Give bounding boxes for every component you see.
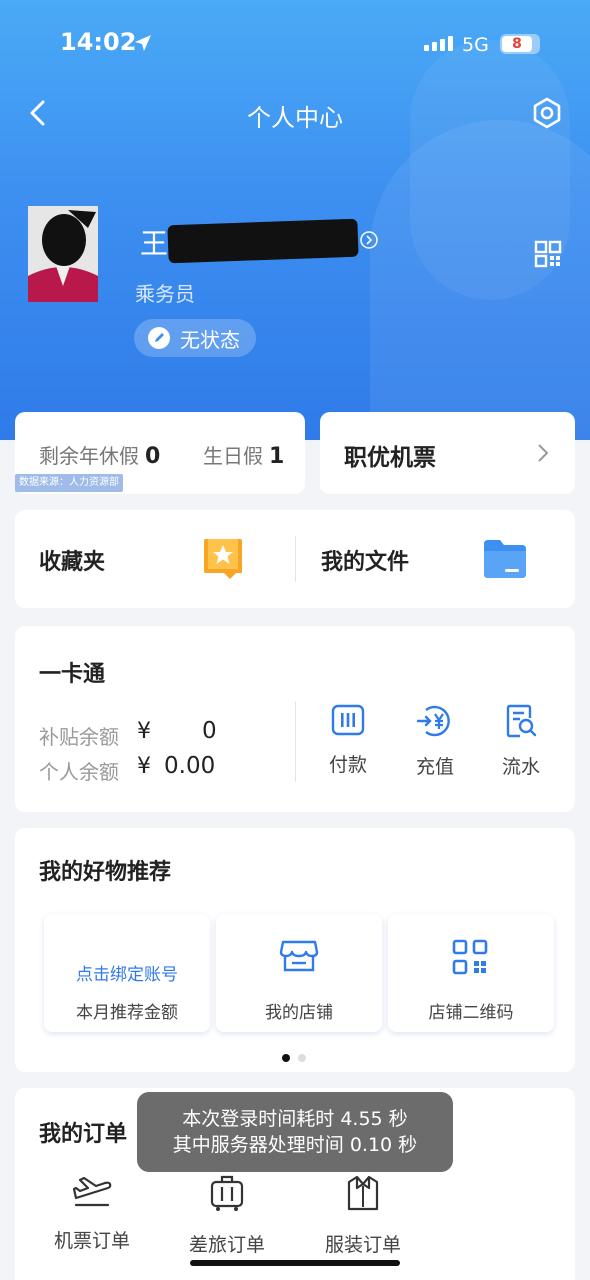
folder-icon[interactable] [482, 538, 528, 580]
personal-balance-label: 个人余额 [39, 760, 119, 784]
page-title: 个人中心 [247, 104, 343, 132]
annual-leave-label: 剩余年休假 [39, 444, 139, 468]
travel-orders[interactable]: 差旅订单 [172, 1174, 282, 1257]
favorites-files-card: 收藏夹 我的文件 [15, 510, 575, 608]
flight-orders-label: 机票订单 [53, 1230, 130, 1252]
campus-card-panel: 一卡通 补贴余额 ¥ 0 个人余额 ¥ 0.00 付款 充值 流水 [15, 626, 575, 812]
my-files-label[interactable]: 我的文件 [321, 544, 409, 576]
status-time: 14:02 [60, 28, 137, 56]
annual-leave: 剩余年休假 0 [39, 440, 160, 469]
personal-currency: ¥ [137, 754, 151, 779]
avatar[interactable] [28, 206, 98, 302]
staff-ticket-label: 职优机票 [344, 445, 436, 471]
my-store-tile[interactable]: 我的店铺 [216, 914, 382, 1032]
profile-header: 14:02 5G 8 个人中心 王 乘务员 无状态 [0, 0, 590, 440]
name-redaction [167, 218, 359, 264]
shirt-icon [347, 1175, 379, 1211]
transactions-action[interactable]: 流水 [489, 704, 553, 779]
barcode-icon [331, 704, 365, 736]
settings-icon[interactable] [530, 96, 564, 130]
orders-title: 我的订单 [39, 1122, 128, 1147]
personal-balance-value: 0.00 [164, 753, 216, 779]
chevron-right-circle-icon[interactable] [360, 231, 378, 249]
favorites-icon[interactable] [202, 537, 244, 581]
plane-icon [72, 1176, 112, 1207]
luggage-icon [210, 1175, 244, 1211]
chevron-right-icon [538, 444, 549, 462]
signal-icon [424, 36, 453, 51]
subsidy-currency: ¥ [137, 719, 151, 744]
transaction-search-icon [506, 704, 537, 738]
recommend-title: 我的好物推荐 [39, 860, 172, 885]
status-text: 无状态 [180, 327, 240, 352]
carousel-dot-active[interactable] [282, 1054, 290, 1062]
divider [295, 536, 296, 582]
toast-line-2: 其中服务器处理时间 0.10 秒 [172, 1134, 418, 1156]
bind-account-link[interactable]: 点击绑定账号 [44, 960, 210, 985]
store-qr-label: 店铺二维码 [428, 1003, 514, 1023]
qr-code-icon [452, 939, 488, 975]
my-store-label: 我的店铺 [265, 1003, 333, 1023]
qr-code-icon[interactable] [534, 240, 562, 268]
user-role: 乘务员 [135, 282, 195, 306]
subsidy-balance-value: 0 [202, 718, 217, 744]
subsidy-balance-label: 补贴余额 [39, 725, 119, 749]
uniform-orders[interactable]: 服装订单 [308, 1174, 418, 1257]
divider [295, 702, 296, 782]
data-source-tag: 数据来源：人力资源部 [15, 474, 123, 492]
user-name[interactable]: 王 [140, 222, 168, 262]
store-icon [279, 940, 319, 972]
birthday-leave: 生日假 1 [203, 440, 284, 469]
travel-orders-label: 差旅订单 [188, 1234, 265, 1256]
birthday-leave-value: 1 [269, 444, 285, 469]
carousel-dot[interactable] [298, 1054, 306, 1062]
pay-action[interactable]: 付款 [316, 704, 380, 777]
pay-label: 付款 [328, 754, 367, 776]
staff-ticket-card[interactable]: 职优机票 [320, 412, 575, 494]
transactions-label: 流水 [501, 756, 540, 778]
recharge-action[interactable]: 充值 [403, 704, 467, 779]
store-qr-tile[interactable]: 店铺二维码 [388, 914, 554, 1032]
home-indicator[interactable] [190, 1260, 400, 1266]
edit-status-icon [148, 327, 170, 349]
location-arrow-icon [135, 35, 151, 51]
birthday-leave-label: 生日假 [203, 444, 263, 468]
recharge-label: 充值 [415, 756, 454, 778]
status-selector[interactable]: 无状态 [134, 319, 256, 357]
favorites-label[interactable]: 收藏夹 [39, 544, 105, 576]
uniform-orders-label: 服装订单 [324, 1234, 401, 1256]
flight-orders[interactable]: 机票订单 [37, 1174, 147, 1253]
battery-icon: 8 [500, 34, 540, 54]
login-time-toast: 本次登录时间耗时 4.55 秒 其中服务器处理时间 0.10 秒 [137, 1092, 453, 1172]
battery-level: 8 [512, 36, 522, 52]
recommend-amount-label: 本月推荐金额 [76, 1003, 178, 1023]
recommend-panel: 我的好物推荐 点击绑定账号 本月推荐金额 我的店铺 店铺二维码 [15, 828, 575, 1072]
campus-card-title: 一卡通 [39, 662, 106, 687]
annual-leave-value: 0 [145, 444, 161, 469]
recharge-icon [416, 705, 450, 737]
network-type: 5G [462, 34, 489, 56]
recommend-amount-tile[interactable]: 点击绑定账号 本月推荐金额 [44, 914, 210, 1032]
toast-line-1: 本次登录时间耗时 4.55 秒 [182, 1108, 408, 1130]
